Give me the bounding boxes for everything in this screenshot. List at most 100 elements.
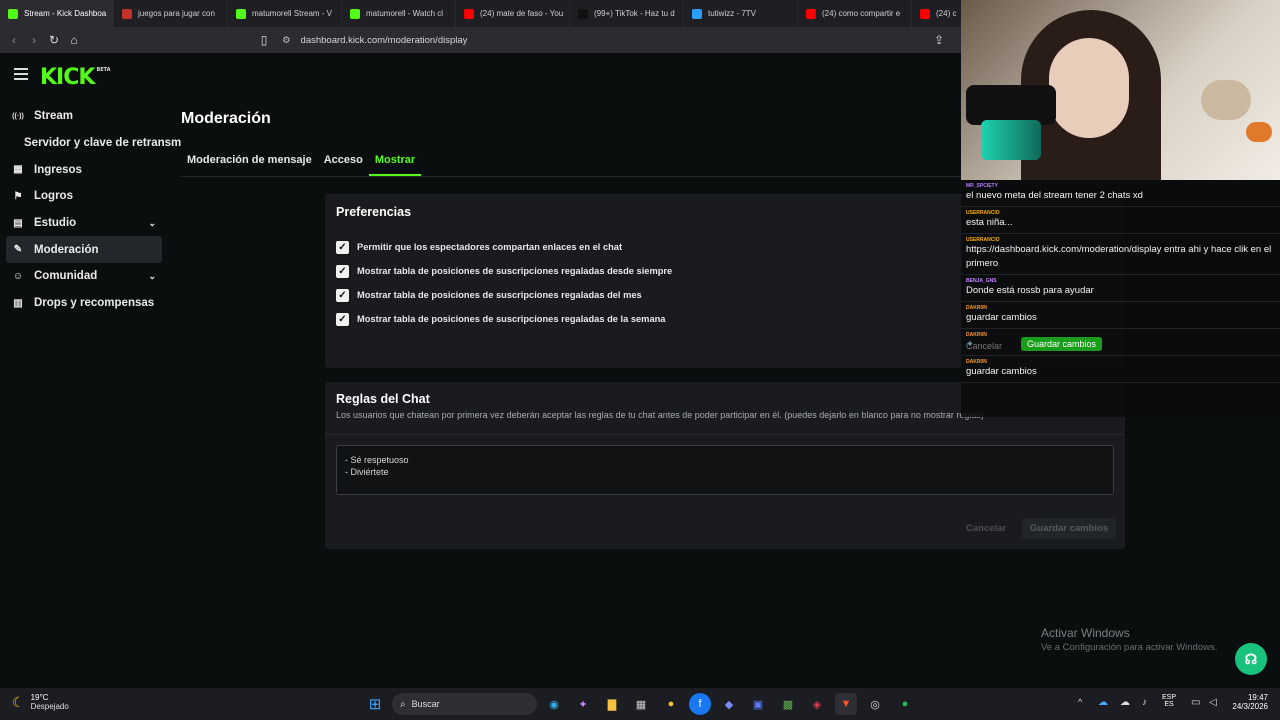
chat-message: BENJA_GNS Donde está rossb para ayudar xyxy=(961,275,1280,302)
sidebar-item[interactable]: ▥ Drops y recompensas xyxy=(6,290,162,317)
minecraft-icon[interactable]: ▩ xyxy=(777,693,799,715)
brave-icon[interactable]: ▼ xyxy=(835,693,857,715)
browser-tab[interactable]: juegos para jugar con xyxy=(114,0,228,27)
cancel-button[interactable]: Cancelar xyxy=(966,523,1006,534)
chat-text: Donde está rossb para ayudar xyxy=(966,285,1094,296)
tab-favicon-icon xyxy=(8,8,18,19)
monitor-icon[interactable]: ▭ xyxy=(1191,697,1200,708)
home-icon[interactable]: ⌂ xyxy=(64,30,84,50)
chat-rules-textarea[interactable]: - Sé respetuoso - Diviértete xyxy=(336,445,1114,495)
chat-text: esta niña... xyxy=(966,217,1013,228)
browser-tab[interactable]: Stream - Kick Dashboa xyxy=(0,0,114,27)
app-icon-3[interactable]: ◈ xyxy=(806,693,828,715)
tray-chevron-icon[interactable]: ^ xyxy=(1078,697,1082,707)
chat-text: https://dashboard.kick.com/moderation/di… xyxy=(966,244,1272,269)
preference-option[interactable]: ✓ Permitir que los espectadores compartan… xyxy=(336,235,672,259)
chevron-down-icon[interactable]: ⌄ xyxy=(148,271,156,282)
sidebar-item[interactable]: ☺ Comunidad ⌄ xyxy=(6,263,162,290)
page-title: Moderación xyxy=(181,110,271,127)
sidebar-item[interactable]: Servidor y clave de retransm xyxy=(6,130,181,157)
spotify-icon[interactable]: ● xyxy=(894,693,916,715)
tab-favicon-icon xyxy=(806,8,816,19)
chat-text: guardar cambios xyxy=(966,312,1037,323)
app-icon-2[interactable]: ▣ xyxy=(747,693,769,715)
sidebar-item[interactable]: ✎ Moderación xyxy=(6,236,162,264)
checkbox-checked-icon[interactable]: ✓ xyxy=(336,264,349,278)
browser-tab[interactable]: (99+) TikTok - Haz tu d xyxy=(570,0,684,27)
checkbox-checked-icon[interactable]: ✓ xyxy=(336,240,349,254)
tab-access[interactable]: Acceso xyxy=(318,149,369,176)
reload-icon[interactable]: ↻ xyxy=(44,30,64,50)
layout-icon: ▤ xyxy=(13,217,23,229)
browser-tab[interactable]: (24) mate de faso - You xyxy=(456,0,570,27)
browser-tab[interactable]: (24) como compartir e xyxy=(798,0,912,27)
checkbox-checked-icon[interactable]: ✓ xyxy=(336,312,349,326)
chat-text: guardar cambios xyxy=(966,366,1037,377)
back-icon[interactable]: ‹ xyxy=(4,30,24,50)
tab-favicon-icon xyxy=(578,8,588,19)
sidebar-item-label: Servidor y clave de retransm xyxy=(24,137,182,150)
browser-tab[interactable]: tutiwizz - 7TV xyxy=(684,0,798,27)
edge-icon[interactable]: ◉ xyxy=(543,693,565,715)
sidebar-item[interactable]: ▦ Ingresos xyxy=(6,156,162,183)
moon-icon: ☾ xyxy=(12,693,25,710)
orange-toy xyxy=(1246,122,1272,142)
mic-light xyxy=(981,120,1041,160)
tab-message-moderation[interactable]: Moderación de mensaje xyxy=(181,149,318,176)
chat-message: DAKR0N ✦ xyxy=(961,329,1280,356)
kick-logo[interactable]: KICK BETA xyxy=(40,65,111,90)
chrome-icon[interactable]: ● xyxy=(660,693,682,715)
clock[interactable]: 19:47 24/3/2026 xyxy=(1228,693,1268,711)
save-changes-button[interactable]: Guardar cambios xyxy=(1022,518,1117,539)
obs-icon[interactable]: ◎ xyxy=(864,693,886,715)
bars-icon: ▥ xyxy=(13,297,23,309)
hamburger-menu-icon[interactable] xyxy=(14,68,28,80)
chat-message: USERRANCIO esta niña... xyxy=(961,207,1280,234)
flag-icon: ⚑ xyxy=(13,190,23,202)
windows-start-icon[interactable]: ⊞ xyxy=(364,693,386,715)
tab-display[interactable]: Mostrar xyxy=(368,149,422,176)
divider xyxy=(325,434,1125,435)
chat-overlay: MR_SPCIETY el nuevo meta del stream tener… xyxy=(961,180,1280,417)
forward-icon[interactable]: › xyxy=(24,30,44,50)
search-icon: ⌕ xyxy=(400,698,406,710)
bookmark-icon[interactable]: ▯ xyxy=(254,30,274,50)
language-indicator[interactable]: ESP ES xyxy=(1162,694,1176,708)
headset-icon: ☊ xyxy=(1244,650,1258,667)
mic-tray-icon[interactable]: ♪ xyxy=(1142,697,1147,708)
store-icon[interactable]: ▦ xyxy=(630,693,652,715)
site-settings-icon[interactable]: ⚙ xyxy=(282,35,291,46)
browser-tab[interactable]: matumorell Stream - V xyxy=(228,0,342,27)
people-icon: ☺ xyxy=(12,270,24,282)
volume-icon[interactable]: ◁ xyxy=(1209,697,1217,708)
weather-widget[interactable]: ☾ 19°C Despejado xyxy=(12,693,69,711)
facebook-icon[interactable]: f xyxy=(689,693,711,715)
beta-badge: BETA xyxy=(96,67,111,73)
sidebar-item[interactable]: ⚑ Logros xyxy=(6,183,162,210)
chat-rules-description: Los usuarios que chatean por primera vez… xyxy=(336,410,984,420)
onedrive-icon[interactable]: ☁ xyxy=(1098,697,1108,708)
preference-option[interactable]: ✓ Mostrar tabla de posiciones de suscripc… xyxy=(336,307,672,331)
checkbox-checked-icon[interactable]: ✓ xyxy=(336,288,349,302)
broadcast-icon: ((·)) xyxy=(12,112,24,120)
file-explorer-icon[interactable]: ▇ xyxy=(601,693,623,715)
webcam-overlay xyxy=(961,0,1280,180)
url-field[interactable]: ⚙ dashboard.kick.com/moderation/display xyxy=(282,31,962,49)
overlay-save-button: Guardar cambios xyxy=(1021,337,1103,351)
app-icon[interactable]: ◆ xyxy=(718,693,740,715)
preference-option[interactable]: ✓ Mostrar tabla de posiciones de suscripc… xyxy=(336,283,672,307)
chevron-down-icon[interactable]: ⌄ xyxy=(148,218,156,229)
tab-favicon-icon xyxy=(350,8,360,19)
taskbar-search[interactable]: ⌕ Buscar xyxy=(392,693,537,715)
sidebar-item[interactable]: ((·)) Stream xyxy=(6,103,162,130)
chat-rules-title: Reglas del Chat xyxy=(336,392,430,406)
share-icon[interactable]: ⇪ xyxy=(929,30,949,50)
sidebar-item[interactable]: ▤ Estudio ⌄ xyxy=(6,210,162,237)
cloud-icon[interactable]: ☁ xyxy=(1120,697,1130,708)
browser-tab[interactable]: matumorell - Watch cl xyxy=(342,0,456,27)
preference-option[interactable]: ✓ Mostrar tabla de posiciones de suscripc… xyxy=(336,259,672,283)
copilot-icon[interactable]: ✦ xyxy=(572,693,594,715)
preferences-title: Preferencias xyxy=(336,205,412,219)
support-chat-button[interactable]: ☊ xyxy=(1235,643,1267,675)
preferences-options: ✓ Permitir que los espectadores compartan… xyxy=(336,235,672,331)
